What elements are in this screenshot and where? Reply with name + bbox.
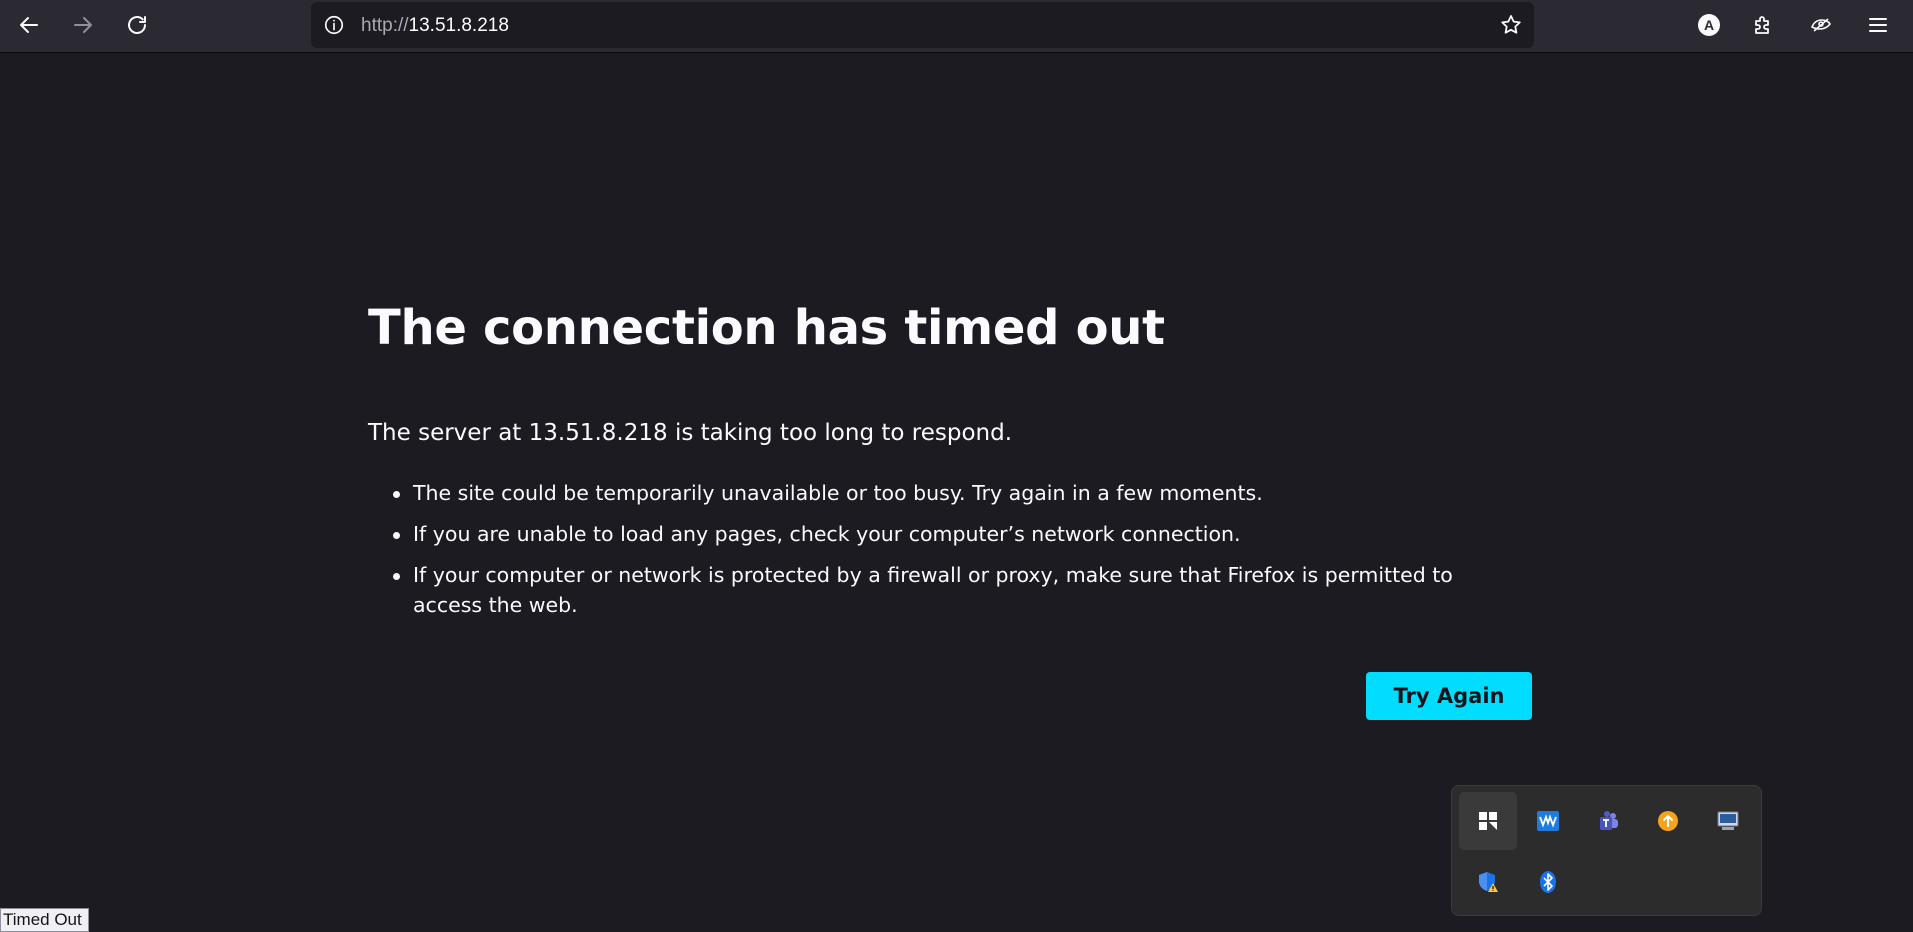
status-panel: Timed Out	[0, 908, 89, 932]
url-host: 13.51.8.218	[408, 15, 509, 36]
vpn-icon	[1810, 18, 1831, 32]
back-button[interactable]	[8, 6, 50, 44]
url-protocol: http://	[361, 15, 409, 36]
security-warning-shield-icon[interactable]	[1459, 853, 1517, 911]
list-item: The site could be temporarily unavailabl…	[393, 478, 1528, 508]
arrow-right-icon	[74, 17, 92, 33]
address-bar[interactable]: http://13.51.8.218	[311, 2, 1534, 48]
arrow-left-icon	[20, 17, 38, 33]
update-arrow-icon[interactable]	[1639, 792, 1697, 850]
suggestion-list: The site could be temporarily unavailabl…	[368, 478, 1528, 631]
browser-toolbar: http://13.51.8.218 A	[0, 0, 1913, 53]
bluetooth-icon[interactable]	[1519, 853, 1577, 911]
account-button[interactable]: A	[1688, 6, 1730, 44]
error-title: The connection has timed out	[368, 300, 1165, 356]
menu-button[interactable]	[1857, 6, 1899, 44]
forward-button[interactable]	[62, 6, 104, 44]
hamburger-icon	[1869, 18, 1887, 32]
extensions-button[interactable]	[1742, 6, 1784, 44]
waveform-app-icon[interactable]	[1519, 792, 1577, 850]
account-icon: A	[1698, 14, 1720, 36]
list-item: If your computer or network is protected…	[393, 560, 1528, 620]
system-tray-flyout	[1451, 785, 1762, 916]
url-text[interactable]: http://13.51.8.218	[361, 15, 509, 37]
teams-icon[interactable]	[1579, 792, 1637, 850]
remote-display-icon[interactable]	[1699, 792, 1757, 850]
list-item: If you are unable to load any pages, che…	[393, 519, 1528, 549]
account-initial: A	[1704, 17, 1714, 33]
puzzle-icon	[1755, 16, 1769, 34]
star-icon[interactable]	[1498, 12, 1524, 38]
app-tile-icon[interactable]	[1459, 792, 1517, 850]
try-again-button[interactable]: Try Again	[1366, 672, 1532, 720]
reload-button[interactable]	[116, 6, 158, 44]
error-description: The server at 13.51.8.218 is taking too …	[368, 420, 1012, 446]
info-icon[interactable]	[322, 13, 346, 37]
reload-icon	[128, 16, 146, 34]
vpn-button[interactable]	[1800, 6, 1842, 44]
